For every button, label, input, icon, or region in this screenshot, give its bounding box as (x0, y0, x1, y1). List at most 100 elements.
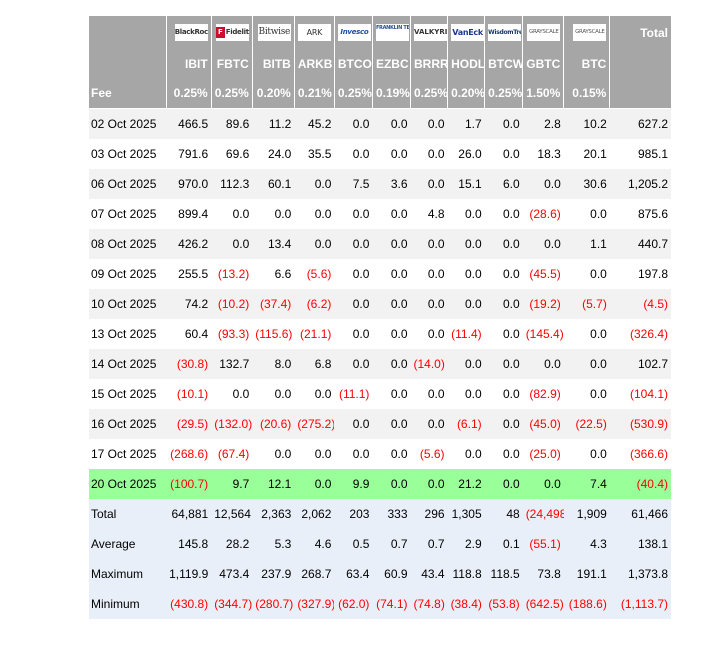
flow-cell: 1,909 (563, 499, 610, 529)
flow-cell: 3.6 (372, 169, 411, 199)
row-date: 14 Oct 2025 (89, 349, 167, 379)
fee-row: Fee 0.25% 0.25% 0.20% 0.21% 0.25% 0.19% … (89, 78, 671, 109)
flow-cell: 970.0 (166, 169, 212, 199)
flow-cell: (327.9) (294, 589, 335, 619)
flow-cell: (74.8) (410, 589, 448, 619)
flow-cell: 0.0 (372, 439, 411, 469)
flow-cell: 4.3 (563, 529, 610, 559)
flow-cell: 0.0 (563, 379, 610, 409)
ticker-bitb: BITB (251, 49, 295, 78)
flow-cell: (11.1) (334, 379, 373, 409)
flow-cell: (6.1) (447, 409, 485, 439)
flow-cell: 18.3 (522, 139, 564, 169)
flow-cell: 0.0 (410, 139, 448, 169)
flow-cell: 0.0 (447, 199, 485, 229)
flow-cell: 0.0 (447, 289, 485, 319)
flow-cell: (5.6) (410, 439, 448, 469)
flow-cell: 0.0 (410, 108, 448, 139)
flow-cell: 0.0 (211, 199, 253, 229)
flow-cell: 2,363 (252, 499, 295, 529)
table-row: 06 Oct 2025 970.0 112.3 60.1 0.0 7.5 3.6 0.0 15.… (89, 169, 671, 199)
table-row: 16 Oct 2025 (29.5) (132.0) (20.6) (275.2) 0.0… (89, 409, 671, 439)
flow-cell: 6.6 (252, 259, 295, 289)
fee-value: 0.25% (165, 78, 212, 109)
flow-cell: 0.0 (252, 439, 295, 469)
flow-cell: (55.1) (522, 529, 564, 559)
flow-cell: 118.5 (484, 559, 523, 589)
fee-value: 0.20% (251, 78, 295, 109)
flow-cell: 237.9 (252, 559, 295, 589)
flow-cell: (62.0) (334, 589, 373, 619)
flow-cell: 0.0 (294, 199, 335, 229)
table-row: 15 Oct 2025 (10.1) 0.0 0.0 0.0 (11.1) 0.0 0.0 0.… (89, 379, 671, 409)
flow-cell: 268.7 (294, 559, 335, 589)
fee-value: 0.25% (210, 78, 253, 109)
flow-cell: 0.0 (211, 229, 253, 259)
flow-cell: 21.2 (447, 469, 485, 499)
flow-cell: 0.0 (484, 229, 523, 259)
vaneck-logo-icon: VanEck (451, 24, 485, 41)
flow-cell: 0.7 (410, 529, 448, 559)
flow-cell: 0.0 (294, 379, 335, 409)
flow-cell: 0.0 (563, 349, 610, 379)
flow-cell: 15.1 (447, 169, 485, 199)
flow-cell: 0.7 (372, 529, 411, 559)
row-total-cell: 197.8 (609, 259, 671, 289)
flow-cell: 0.0 (294, 469, 335, 499)
flow-cell: 0.0 (447, 259, 485, 289)
flow-cell: 0.0 (410, 319, 448, 349)
flow-cell: 203 (334, 499, 373, 529)
flow-cell: (430.8) (166, 589, 212, 619)
flow-cell: 74.2 (166, 289, 212, 319)
ticker-ezbc: EZBC (371, 49, 411, 78)
flow-cell: 1,305 (447, 499, 485, 529)
row-total-cell: 985.1 (609, 139, 671, 169)
valkyrie-logo-icon: VALKYRIE (414, 24, 447, 41)
flow-cell: 296 (410, 499, 448, 529)
flow-cell: 30.6 (563, 169, 610, 199)
flow-cell: (5.7) (563, 289, 610, 319)
flow-cell: (13.2) (211, 259, 253, 289)
flow-cell: 89.6 (211, 108, 253, 139)
flow-cell: 13.4 (252, 229, 295, 259)
flow-cell: (38.4) (447, 589, 485, 619)
flow-cell: 1.7 (447, 108, 485, 139)
flow-cell: 0.0 (252, 199, 295, 229)
flow-cell: 2.8 (522, 108, 564, 139)
flow-cell: 0.0 (334, 259, 373, 289)
flow-cell: 0.0 (484, 259, 523, 289)
flow-table-body: 02 Oct 2025 466.5 89.6 11.2 45.2 0.0 0.0 0.0 1.7… (89, 108, 671, 619)
flow-cell: 0.0 (372, 349, 411, 379)
flow-cell: (6.2) (294, 289, 335, 319)
flow-cell: 64,881 (166, 499, 212, 529)
flow-cell: 0.0 (372, 289, 411, 319)
fee-value: 0.21% (293, 78, 335, 109)
flow-cell: 466.5 (166, 108, 212, 139)
flow-cell: 0.0 (447, 229, 485, 259)
row-total-cell: 102.7 (609, 349, 671, 379)
flow-cell: 0.0 (372, 139, 411, 169)
flow-cell: 0.0 (484, 319, 523, 349)
flow-cell: 0.0 (563, 439, 610, 469)
flow-cell: 0.0 (372, 409, 411, 439)
flow-cell: 5.3 (252, 529, 295, 559)
flow-cell: 0.0 (372, 108, 411, 139)
row-date: 20 Oct 2025 (89, 469, 167, 499)
fee-value: 0.19% (371, 78, 411, 109)
row-total-cell: (104.1) (609, 379, 671, 409)
row-date: 13 Oct 2025 (89, 319, 167, 349)
bitwise-logo-icon: Bitwise (257, 24, 291, 41)
flow-cell: 4.8 (410, 199, 448, 229)
flow-cell: (11.4) (447, 319, 485, 349)
row-total-cell: (4.5) (609, 289, 671, 319)
flow-cell: (10.2) (211, 289, 253, 319)
flow-cell: 8.0 (252, 349, 295, 379)
flow-cell: 0.0 (522, 169, 564, 199)
row-date: 06 Oct 2025 (89, 169, 167, 199)
flow-cell: 899.4 (166, 199, 212, 229)
flow-cell: (21.1) (294, 319, 335, 349)
fee-value: 1.50% (522, 78, 564, 109)
fee-value: 0.25% (484, 78, 523, 109)
flow-cell: 2,062 (294, 499, 335, 529)
row-date: 08 Oct 2025 (89, 229, 167, 259)
